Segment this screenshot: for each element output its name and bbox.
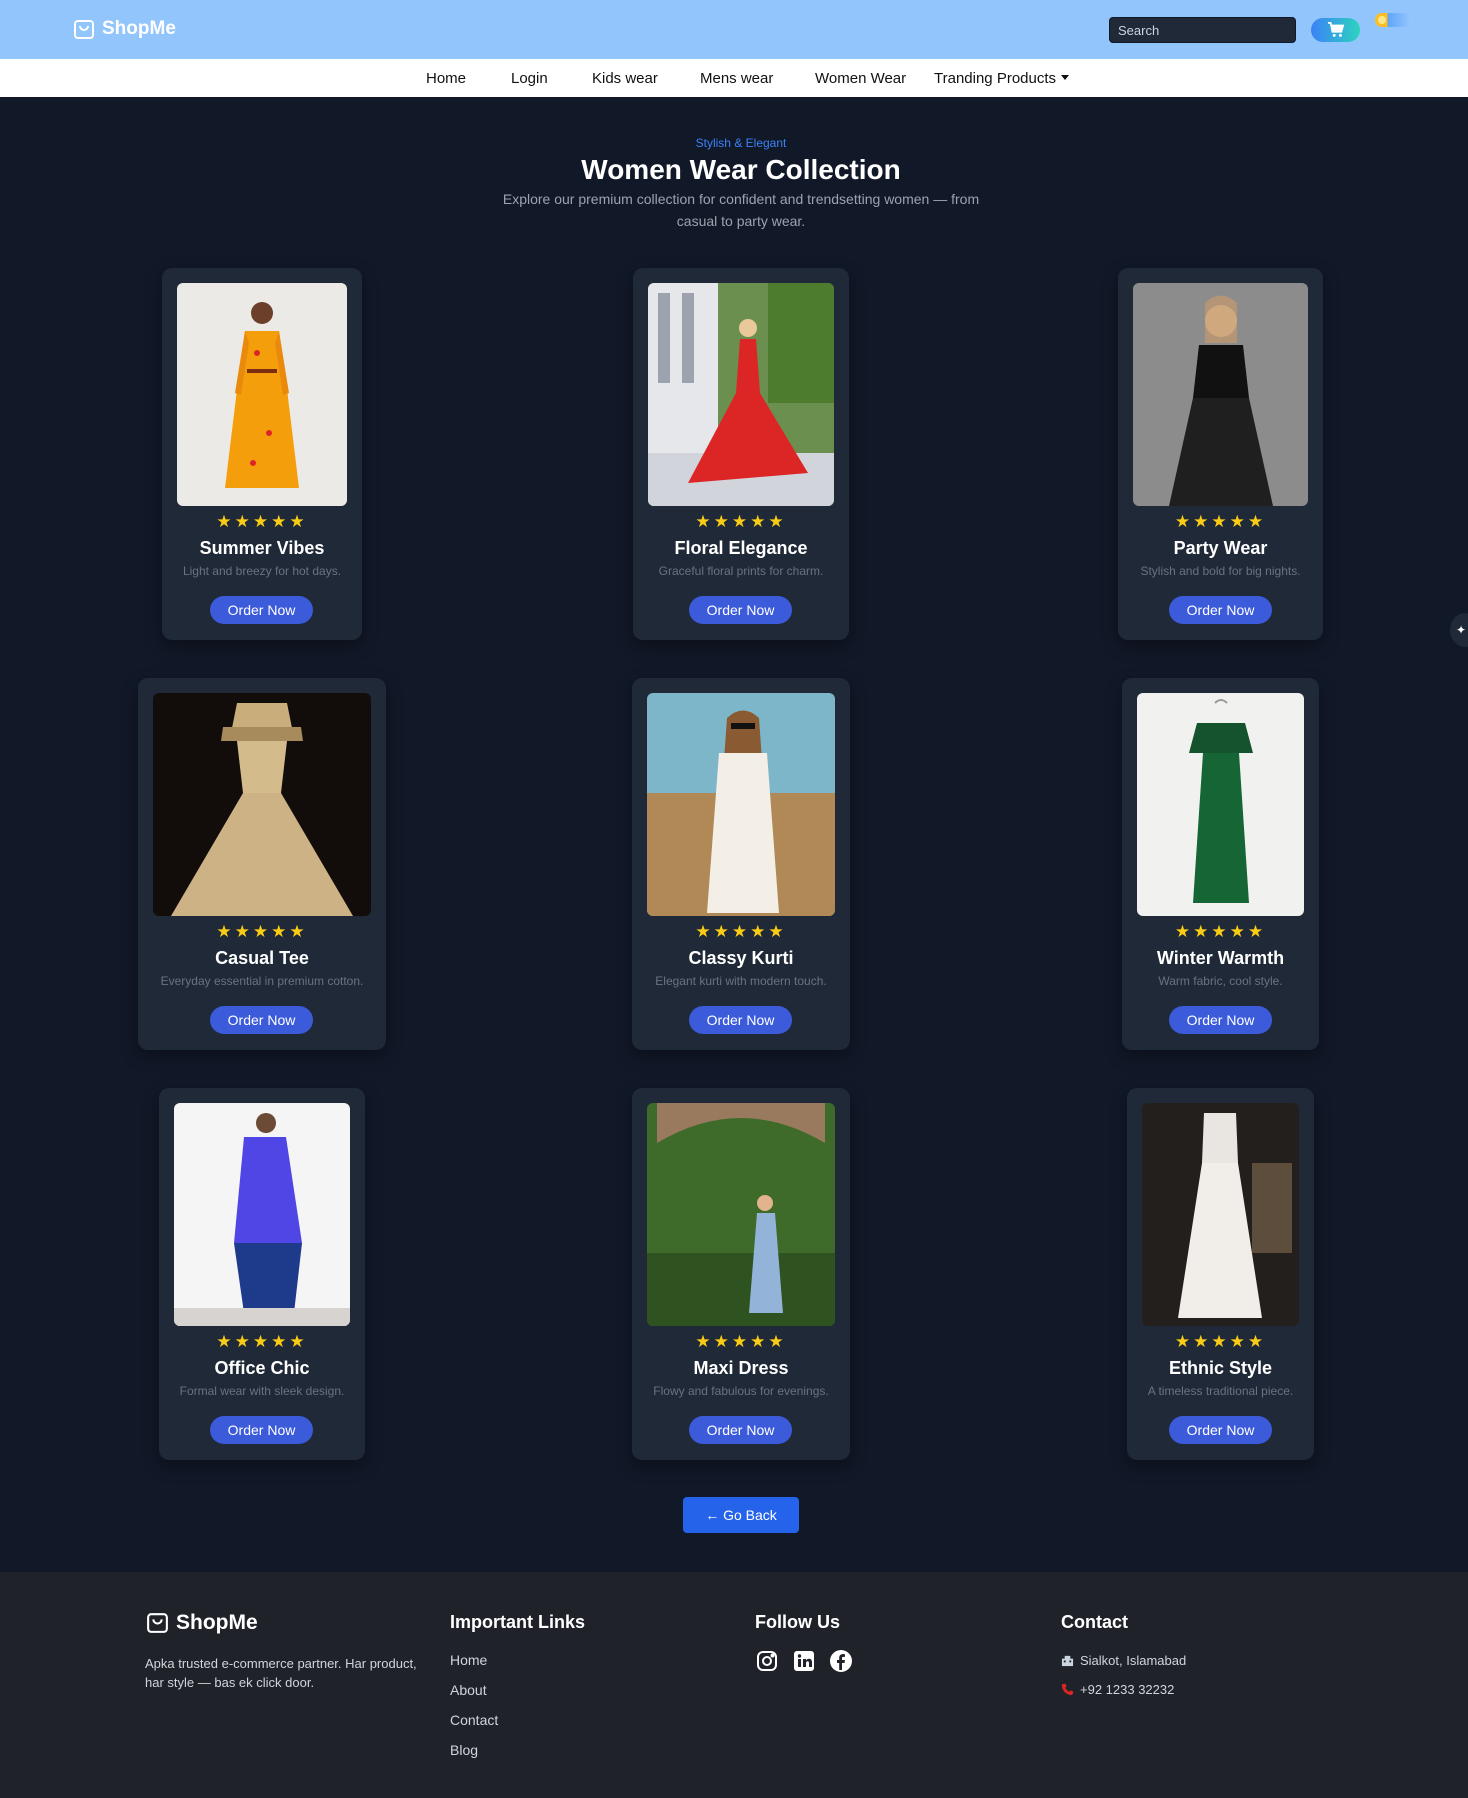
product-image bbox=[177, 283, 347, 506]
theme-toggle[interactable] bbox=[1375, 13, 1410, 27]
product-title: Ethnic Style bbox=[1168, 1358, 1273, 1378]
product-card: ★★★★★ Classy Kurti Elegant kurti with mo… bbox=[632, 678, 850, 1050]
product-image bbox=[174, 1103, 350, 1326]
nav-home[interactable]: Home bbox=[426, 70, 466, 87]
nav-women-wear[interactable]: Women Wear bbox=[815, 70, 906, 87]
shopping-bag-icon bbox=[147, 1613, 168, 1633]
rating-stars: ★★★★★ bbox=[216, 922, 308, 941]
order-now-button[interactable]: Order Now bbox=[1169, 1416, 1272, 1444]
phone-icon bbox=[1061, 1683, 1074, 1696]
order-now-button[interactable]: Order Now bbox=[210, 596, 313, 624]
product-image bbox=[1142, 1103, 1299, 1326]
contact-phone[interactable]: +92 1233 32232 bbox=[1061, 1682, 1174, 1697]
product-title: Party Wear bbox=[1173, 538, 1268, 558]
hero-kicker: Stylish & Elegant bbox=[695, 136, 787, 150]
facebook-icon[interactable] bbox=[829, 1649, 853, 1673]
product-desc: Stylish and bold for big nights. bbox=[1140, 564, 1301, 578]
footer: ShopMe Apka trusted e-commerce partner. … bbox=[0, 1572, 1468, 1798]
product-card: ★★★★★ Floral Elegance Graceful floral pr… bbox=[633, 268, 849, 640]
product-card: ★★★★★ Office Chic Formal wear with sleek… bbox=[159, 1088, 365, 1460]
product-image bbox=[153, 693, 371, 916]
product-card: ★★★★★ Summer Vibes Light and breezy for … bbox=[162, 268, 362, 640]
office-icon bbox=[1061, 1655, 1074, 1667]
logo[interactable]: ShopMe bbox=[72, 17, 176, 41]
order-now-button[interactable]: Order Now bbox=[210, 1006, 313, 1034]
product-image bbox=[1133, 283, 1308, 506]
contact-address: Sialkot, Islamabad bbox=[1061, 1653, 1186, 1668]
product-image bbox=[647, 1103, 835, 1326]
product-image bbox=[648, 283, 834, 506]
rating-stars: ★★★★★ bbox=[216, 1332, 308, 1351]
order-now-button[interactable]: Order Now bbox=[210, 1416, 313, 1444]
hero-subtitle: Explore our premium collection for confi… bbox=[502, 191, 980, 229]
product-title: Classy Kurti bbox=[688, 948, 794, 968]
order-now-button[interactable]: Order Now bbox=[689, 596, 792, 624]
footer-link-blog[interactable]: Blog bbox=[450, 1742, 478, 1758]
product-title: Casual Tee bbox=[215, 948, 309, 968]
caret-down-icon bbox=[1061, 75, 1070, 80]
product-desc: Flowy and fabulous for evenings. bbox=[653, 1384, 829, 1398]
footer-link-home[interactable]: Home bbox=[450, 1652, 487, 1668]
product-title: Summer Vibes bbox=[199, 538, 325, 558]
footer-logo[interactable]: ShopMe bbox=[145, 1610, 258, 1635]
product-title: Floral Elegance bbox=[674, 538, 808, 558]
instagram-icon[interactable] bbox=[755, 1649, 779, 1673]
product-card: ★★★★★ Ethnic Style A timeless traditiona… bbox=[1127, 1088, 1314, 1460]
footer-link-contact[interactable]: Contact bbox=[450, 1712, 498, 1728]
product-card: ★★★★★ Casual Tee Everyday essential in p… bbox=[138, 678, 386, 1050]
go-back-button[interactable]: ← Go Back bbox=[683, 1497, 799, 1533]
dropdown-label: Tranding Products bbox=[934, 70, 1057, 87]
product-desc: A timeless traditional piece. bbox=[1147, 1384, 1294, 1398]
main-nav: Home Login Kids wear Mens wear Women Wea… bbox=[0, 59, 1468, 97]
rating-stars: ★★★★★ bbox=[1174, 512, 1267, 531]
order-now-button[interactable]: Order Now bbox=[1169, 596, 1272, 624]
shopping-bag-icon bbox=[74, 20, 94, 39]
product-card: ★★★★★ Party Wear Stylish and bold for bi… bbox=[1118, 268, 1323, 640]
contact-heading: Contact bbox=[1061, 1612, 1128, 1632]
product-title: Winter Warmth bbox=[1156, 948, 1285, 968]
order-now-button[interactable]: Order Now bbox=[1169, 1006, 1272, 1034]
footer-about: Apka trusted e-commerce partner. Har pro… bbox=[145, 1656, 417, 1690]
rating-stars: ★★★★★ bbox=[1174, 1332, 1267, 1351]
linkedin-icon[interactable] bbox=[792, 1649, 816, 1673]
order-now-button[interactable]: Order Now bbox=[689, 1416, 792, 1444]
order-now-button[interactable]: Order Now bbox=[689, 1006, 792, 1034]
product-card: ★★★★★ Maxi Dress Flowy and fabulous for … bbox=[632, 1088, 850, 1460]
cart-icon bbox=[1327, 22, 1344, 37]
footer-link-about[interactable]: About bbox=[450, 1682, 487, 1698]
rating-stars: ★★★★★ bbox=[695, 1332, 787, 1351]
side-widget-icon[interactable]: ✦ bbox=[1450, 613, 1468, 647]
search-input[interactable] bbox=[1109, 17, 1296, 43]
nav-mens-wear[interactable]: Mens wear bbox=[700, 70, 773, 87]
phone-text: +92 1233 32232 bbox=[1080, 1682, 1175, 1697]
rating-stars: ★★★★★ bbox=[1174, 922, 1267, 941]
nav-trending-dropdown[interactable]: Tranding Products bbox=[934, 70, 1070, 87]
follow-heading: Follow Us bbox=[755, 1612, 840, 1632]
product-desc: Everyday essential in premium cotton. bbox=[160, 974, 364, 988]
footer-logo-text: ShopMe bbox=[176, 1610, 258, 1634]
nav-kids-wear[interactable]: Kids wear bbox=[592, 70, 658, 87]
product-title: Office Chic bbox=[214, 1358, 310, 1378]
rating-stars: ★★★★★ bbox=[216, 512, 308, 531]
product-desc: Formal wear with sleek design. bbox=[179, 1384, 345, 1398]
rating-stars: ★★★★★ bbox=[695, 512, 787, 531]
nav-login[interactable]: Login bbox=[511, 70, 548, 87]
product-desc: Graceful floral prints for charm. bbox=[658, 564, 824, 578]
address-text: Sialkot, Islamabad bbox=[1080, 1653, 1187, 1668]
product-desc: Elegant kurti with modern touch. bbox=[655, 974, 827, 988]
page-title: Women Wear Collection bbox=[581, 154, 901, 185]
cart-button[interactable] bbox=[1311, 18, 1360, 42]
links-heading: Important Links bbox=[450, 1612, 586, 1632]
product-card: ★★★★★ Winter Warmth Warm fabric, cool st… bbox=[1122, 678, 1319, 1050]
product-desc: Light and breezy for hot days. bbox=[182, 564, 342, 578]
product-title: Maxi Dress bbox=[693, 1358, 789, 1378]
product-image bbox=[647, 693, 835, 916]
logo-text: ShopMe bbox=[102, 18, 176, 39]
header: ShopMe bbox=[0, 0, 1468, 59]
product-image bbox=[1137, 693, 1304, 916]
product-desc: Warm fabric, cool style. bbox=[1158, 974, 1283, 988]
rating-stars: ★★★★★ bbox=[695, 922, 787, 941]
